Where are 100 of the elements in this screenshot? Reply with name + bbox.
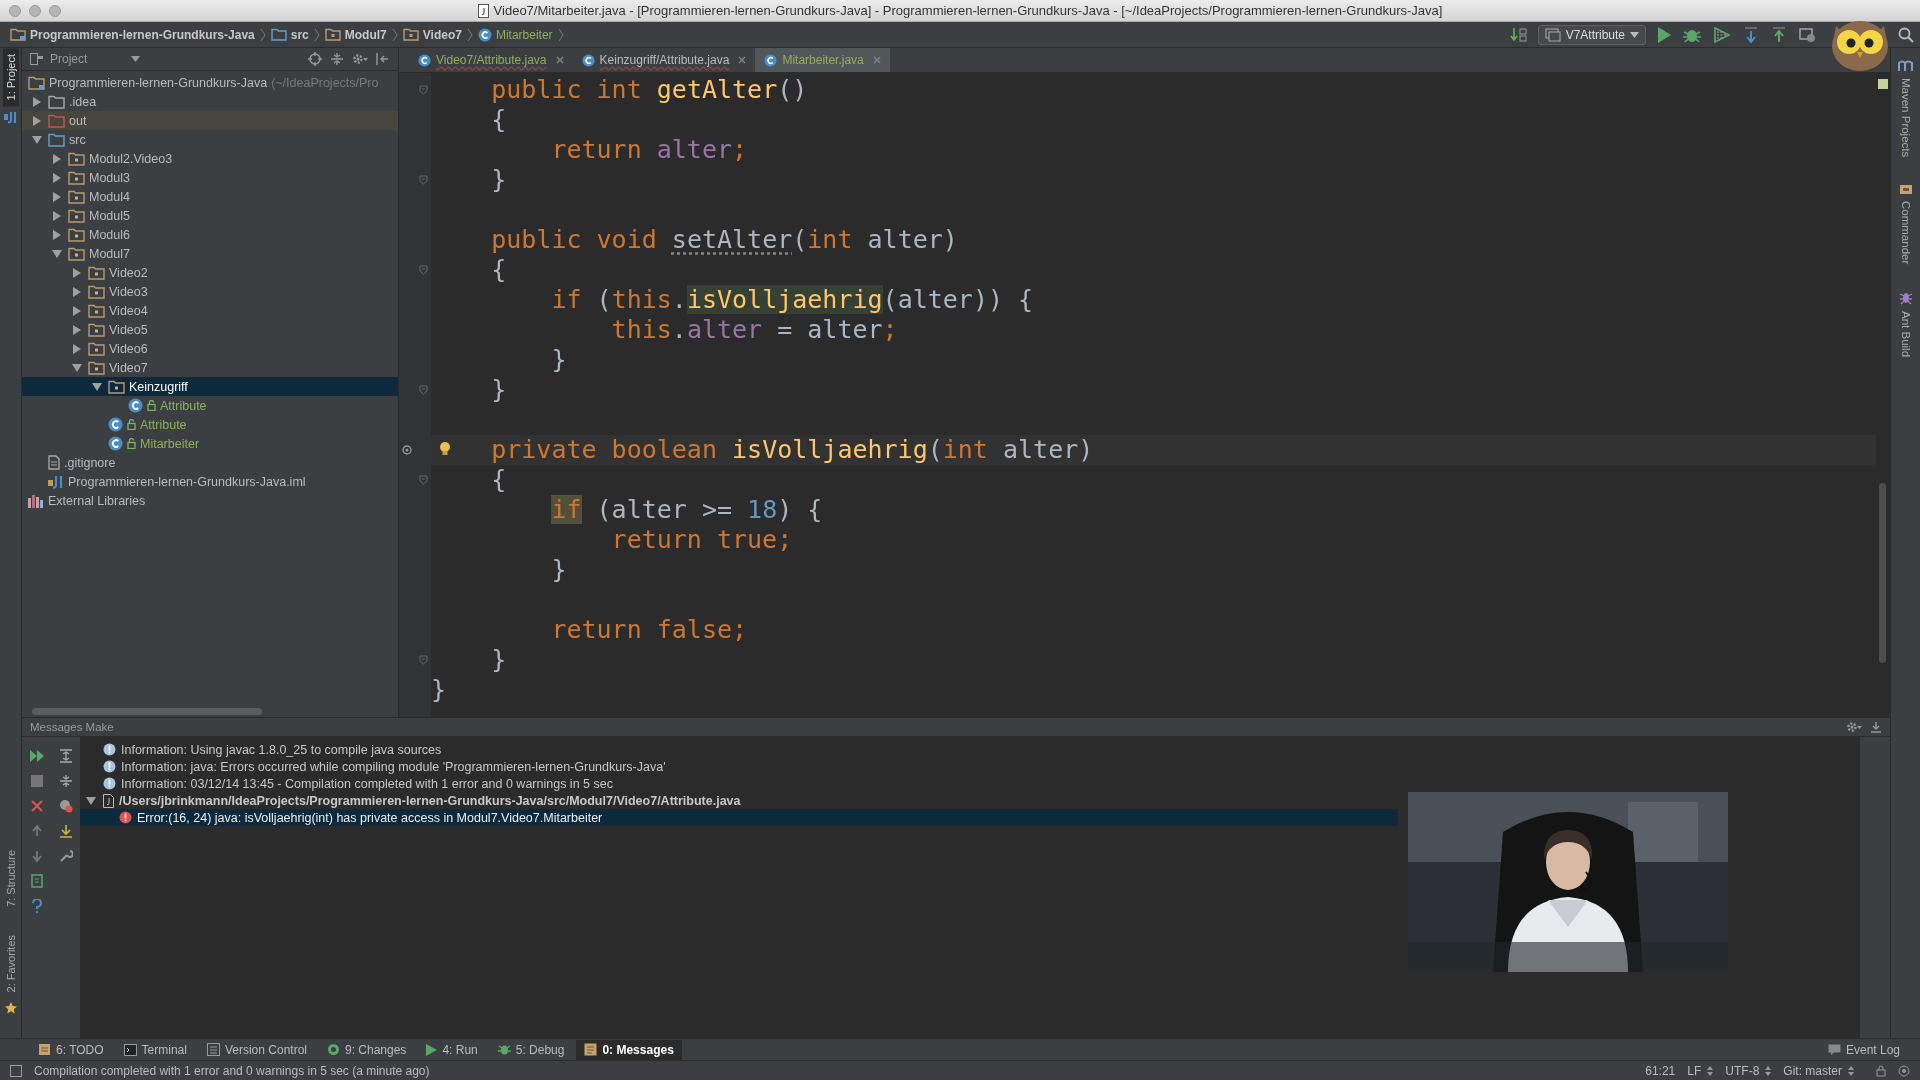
gutter-marker-icon[interactable] <box>402 445 412 455</box>
close-window-button[interactable] <box>9 5 21 17</box>
expand-arrow-icon[interactable] <box>72 305 82 316</box>
tree-item[interactable]: Modul5 <box>22 206 398 225</box>
tree-item[interactable]: Modul3 <box>22 168 398 187</box>
collapse-arrow-icon[interactable] <box>92 381 102 392</box>
tree-item[interactable]: .idea <box>22 92 398 111</box>
hide-panel-icon[interactable] <box>1870 721 1882 733</box>
error-filter-icon[interactable] <box>58 798 73 813</box>
hide-panel-icon[interactable] <box>376 52 390 66</box>
up-arrow-icon[interactable] <box>30 824 43 837</box>
message-row[interactable]: /Users/jbrinkmann/IdeaProjects/Programmieren-lernen-Grundkurs-Java/src/Modul7/Video7/Attribute.java <box>80 792 1398 809</box>
tree-item[interactable]: Video2 <box>22 263 398 282</box>
expand-arrow-icon[interactable] <box>52 210 62 221</box>
fold-marker-icon[interactable] <box>419 385 428 395</box>
minimize-window-button[interactable] <box>29 5 41 17</box>
help-icon[interactable] <box>30 898 43 913</box>
fold-marker-icon[interactable] <box>419 265 428 275</box>
breadcrumb[interactable]: Programmieren-lernen-Grundkurs-Java <box>10 27 255 42</box>
tree-item[interactable]: Modul4 <box>22 187 398 206</box>
tree-item[interactable]: Programmieren-lernen-Grundkurs-Java.iml <box>22 472 398 491</box>
tree-item[interactable]: src <box>22 130 398 149</box>
lock-icon[interactable] <box>1876 1064 1886 1077</box>
module-icon[interactable] <box>3 110 18 125</box>
fold-marker-icon[interactable] <box>419 475 428 485</box>
zoom-window-button[interactable] <box>49 5 61 17</box>
fold-marker-icon[interactable] <box>419 655 428 665</box>
tool-window-tab[interactable]: Ant Build <box>1899 310 1912 357</box>
tool-window-tab[interactable]: Maven Projects <box>1899 78 1912 158</box>
tree-item[interactable]: Attribute <box>22 415 398 434</box>
tool-window-tab[interactable]: 9: Changes <box>319 1039 415 1060</box>
collapse-all-icon[interactable] <box>58 773 73 788</box>
message-row[interactable]: Information: java: Errors occurred while compiling module 'Programmieren-lernen-Grundkurs-Java' <box>80 758 1398 775</box>
tree-item[interactable]: Modul7 <box>22 244 398 263</box>
tool-window-tab[interactable]: 4: Run <box>418 1039 486 1060</box>
tool-window-tab[interactable]: 7: Structure <box>2 843 19 913</box>
encoding-selector[interactable]: UTF-8 <box>1725 1063 1772 1078</box>
expand-arrow-icon[interactable] <box>52 191 62 202</box>
close-icon[interactable] <box>738 56 747 64</box>
rerun-icon[interactable] <box>29 749 44 762</box>
tree-item[interactable]: Video3 <box>22 282 398 301</box>
sort-icon[interactable] <box>1509 26 1528 43</box>
message-row[interactable]: Information: Using javac 1.8.0_25 to compile java sources <box>80 741 1398 758</box>
caret-position[interactable]: 61:21 <box>1645 1063 1676 1078</box>
fold-marker-icon[interactable] <box>419 85 428 95</box>
tool-window-tab[interactable]: 5: Debug <box>489 1039 573 1060</box>
wrench-icon[interactable] <box>58 848 73 863</box>
tree-item[interactable]: Modul2.Video3 <box>22 149 398 168</box>
fold-marker-icon[interactable] <box>419 175 428 185</box>
tree-item[interactable]: Video7 <box>22 358 398 377</box>
close-icon[interactable] <box>30 799 43 812</box>
tree-item[interactable]: Keinzugriff <box>22 377 398 396</box>
run-icon[interactable] <box>1656 25 1672 44</box>
close-icon[interactable] <box>872 56 881 64</box>
settings-icon[interactable] <box>352 52 368 66</box>
line-separator-selector[interactable]: LF <box>1687 1063 1714 1078</box>
tool-window-tab[interactable]: Terminal <box>115 1039 195 1060</box>
expand-all-icon[interactable] <box>58 748 73 763</box>
star-icon[interactable] <box>4 1002 17 1014</box>
event-log-tab[interactable]: Event Log <box>1819 1039 1908 1060</box>
tree-item[interactable]: Mitarbeiter <box>22 434 398 453</box>
expand-arrow-icon[interactable] <box>72 324 82 335</box>
expand-arrow-icon[interactable] <box>32 115 42 126</box>
collapse-icon[interactable] <box>330 52 344 66</box>
stop-icon[interactable] <box>30 774 43 787</box>
lightbulb-icon[interactable] <box>439 441 451 457</box>
breadcrumb[interactable]: Mitarbeiter <box>477 27 553 42</box>
tool-window-tab[interactable]: Version Control <box>198 1039 315 1060</box>
tree-item[interactable]: Video5 <box>22 320 398 339</box>
coverage-icon[interactable] <box>1712 25 1732 44</box>
tree-item[interactable]: .gitignore <box>22 453 398 472</box>
tool-window-tab[interactable]: 1: Project <box>2 48 19 107</box>
tree-item[interactable]: out <box>22 111 398 130</box>
scrollbar-thumb[interactable] <box>1879 483 1886 663</box>
collapse-arrow-icon[interactable] <box>86 795 96 806</box>
message-row[interactable]: Error:(16, 24) java: isVolljaehrig(int) has private access in Modul7.Video7.Mitarbeiter <box>80 809 1398 826</box>
tree-item[interactable]: External Libraries <box>22 491 398 510</box>
commander-icon[interactable] <box>1898 183 1913 196</box>
expand-arrow-icon[interactable] <box>72 267 82 278</box>
collapse-arrow-icon[interactable] <box>52 248 62 259</box>
search-icon[interactable] <box>1898 26 1914 43</box>
editor-tab[interactable]: Video7/Attribute.java <box>409 48 573 72</box>
maven-icon[interactable] <box>1897 60 1914 72</box>
scrollbar-thumb[interactable] <box>32 707 262 715</box>
tool-window-tab[interactable]: 0: Messages <box>576 1039 682 1060</box>
tree-item[interactable]: Modul6 <box>22 225 398 244</box>
tree-item[interactable]: Programmieren-lernen-Grundkurs-Java (~/IdeaProjects/Pro <box>22 73 398 92</box>
expand-arrow-icon[interactable] <box>52 229 62 240</box>
locate-icon[interactable] <box>308 52 322 66</box>
collapse-arrow-icon[interactable] <box>32 134 42 145</box>
vcs-update-icon[interactable] <box>1742 25 1760 44</box>
expand-arrow-icon[interactable] <box>72 343 82 354</box>
breadcrumb[interactable]: Modul7 <box>324 27 387 42</box>
vcs-commit-icon[interactable] <box>1770 25 1788 44</box>
message-row[interactable]: Information: 03/12/14 13:45 - Compilation completed with 1 error and 0 warnings in 5 sec <box>80 775 1398 792</box>
tree-item[interactable]: Video6 <box>22 339 398 358</box>
collapse-arrow-icon[interactable] <box>72 362 82 373</box>
expand-arrow-icon[interactable] <box>52 172 62 183</box>
down-arrow-icon[interactable] <box>30 849 43 862</box>
editor-tab[interactable]: Keinzugriff/Attribute.java <box>572 48 756 72</box>
